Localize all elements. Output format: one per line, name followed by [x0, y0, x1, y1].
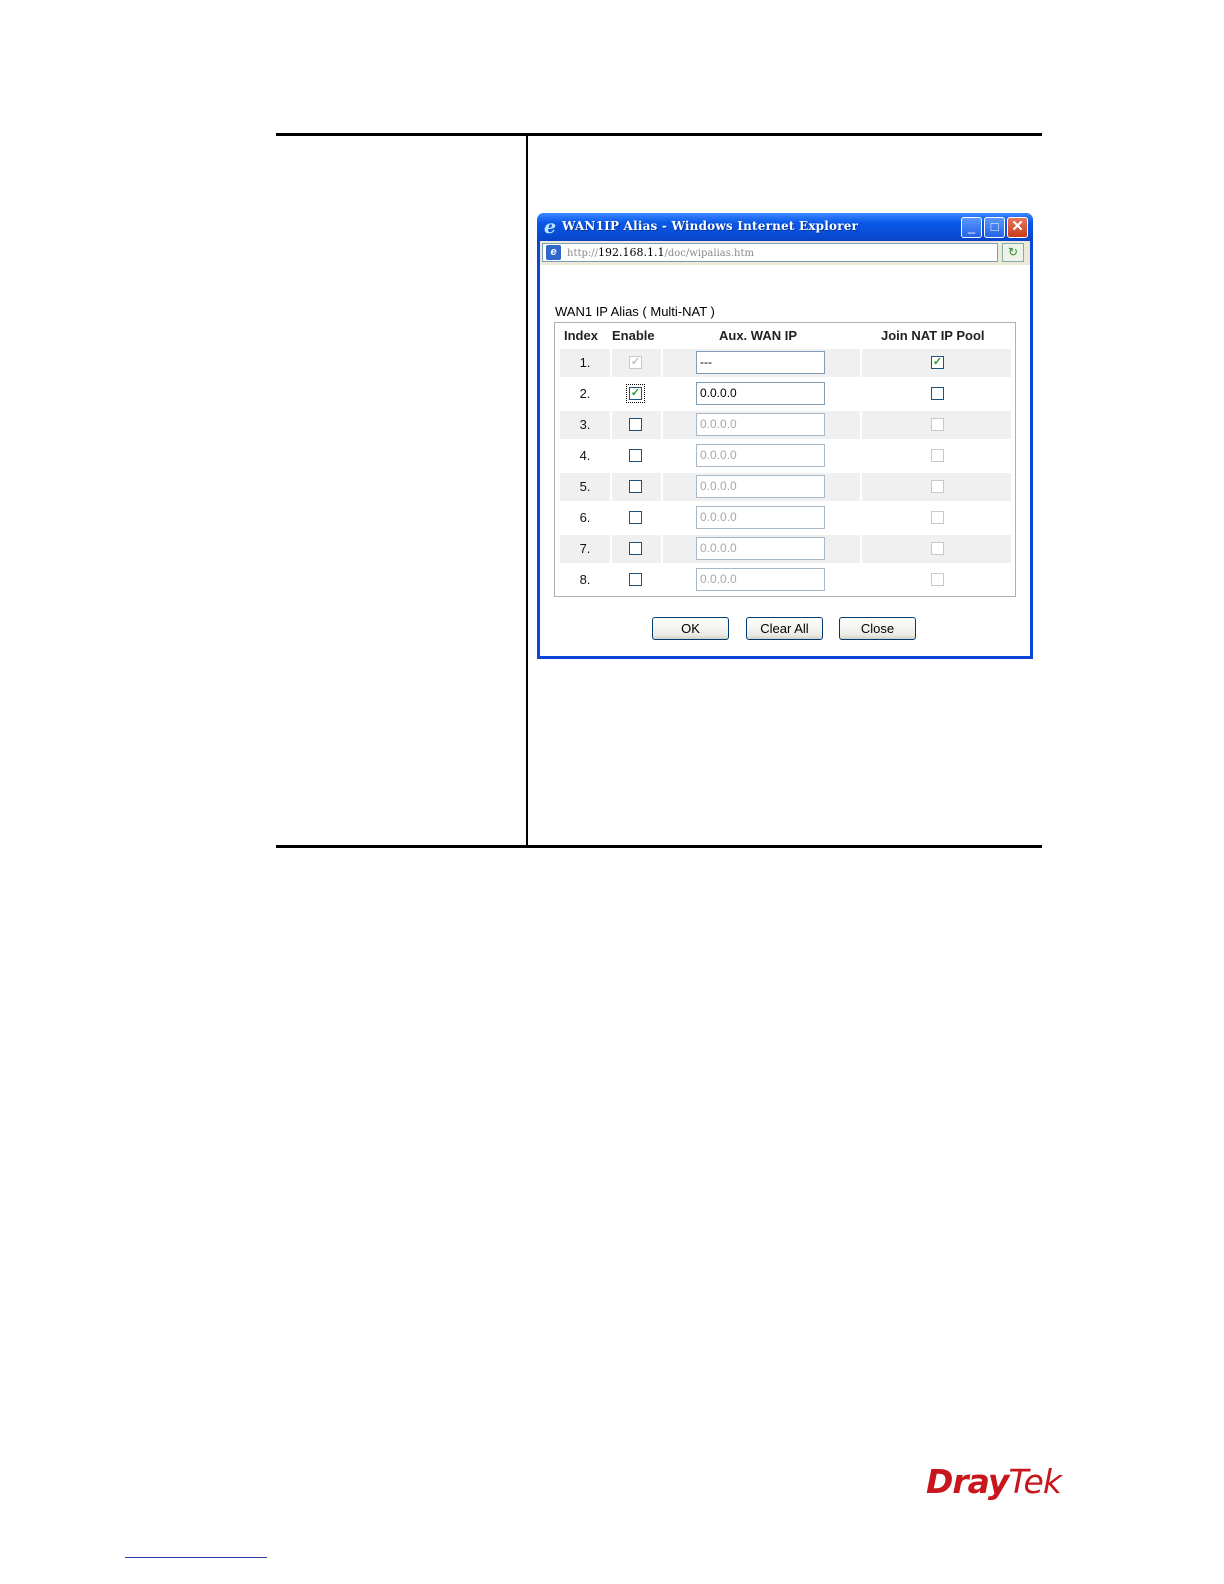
clear-all-button[interactable]: Clear All: [746, 617, 823, 640]
join-nat-checkbox[interactable]: ✓: [931, 356, 944, 369]
logo-dray: Dray: [926, 1462, 1009, 1501]
footer-link-underline[interactable]: [125, 1557, 267, 1558]
enable-checkbox[interactable]: [629, 449, 642, 462]
address-bar: e http://192.168.1.1/doc/wipalias.htm ↻: [540, 241, 1030, 265]
table-row: 8. 0.0.0.0: [560, 566, 1011, 594]
enable-checkbox[interactable]: ✓: [626, 384, 645, 403]
url-path: /doc/wipalias.htm: [664, 248, 754, 259]
join-nat-checkbox: [931, 542, 944, 555]
row-index: 4.: [579, 448, 591, 463]
top-rule: [276, 133, 1042, 136]
enable-checkbox[interactable]: [629, 480, 642, 493]
header-aux-wan-ip: Aux. WAN IP: [719, 328, 798, 343]
enable-checkbox: ✓: [629, 356, 642, 369]
drytek-logo: DrayTek: [926, 1462, 1062, 1501]
aux-wan-ip-input[interactable]: 0.0.0.0: [696, 537, 825, 560]
header-join-nat-pool: Join NAT IP Pool: [881, 328, 985, 343]
row-index: 8.: [579, 572, 591, 587]
join-nat-checkbox: [931, 573, 944, 586]
join-nat-checkbox: [931, 418, 944, 431]
page-icon: e: [546, 245, 561, 260]
join-nat-checkbox: [931, 449, 944, 462]
aux-wan-ip-input[interactable]: 0.0.0.0: [696, 475, 825, 498]
bottom-rule: [276, 845, 1042, 848]
dialog-title: WAN1 IP Alias ( Multi-NAT ): [555, 304, 715, 319]
close-button[interactable]: Close: [839, 617, 916, 640]
logo-tek: Tek: [1008, 1462, 1061, 1501]
join-nat-checkbox: [931, 480, 944, 493]
row-index: 1.: [579, 355, 591, 370]
row-index: 7.: [579, 541, 591, 556]
join-nat-checkbox[interactable]: [931, 387, 944, 400]
aux-wan-ip-input[interactable]: 0.0.0.0: [696, 506, 825, 529]
table-row: 6. 0.0.0.0: [560, 504, 1011, 532]
table-row: 4. 0.0.0.0: [560, 442, 1011, 470]
aux-wan-ip-input[interactable]: ---: [696, 351, 825, 374]
row-index: 5.: [579, 479, 591, 494]
aux-wan-ip-input[interactable]: 0.0.0.0: [696, 413, 825, 436]
refresh-icon[interactable]: ↻: [1002, 243, 1024, 262]
table-row: 5. 0.0.0.0: [560, 473, 1011, 501]
row-index: 3.: [579, 417, 591, 432]
alias-table: Index Enable Aux. WAN IP Join NAT IP Poo…: [554, 322, 1016, 597]
address-field[interactable]: e http://192.168.1.1/doc/wipalias.htm: [542, 243, 998, 262]
enable-checkbox[interactable]: [629, 511, 642, 524]
aux-wan-ip-input[interactable]: 0.0.0.0: [696, 568, 825, 591]
row-index: 6.: [579, 510, 591, 525]
ok-button[interactable]: OK: [652, 617, 729, 640]
window-titlebar[interactable]: e WAN1IP Alias - Windows Internet Explor…: [537, 213, 1033, 241]
aux-wan-ip-input[interactable]: 0.0.0.0: [696, 382, 825, 405]
table-row: 2. ✓ 0.0.0.0: [560, 380, 1011, 408]
table-row: 3. 0.0.0.0: [560, 411, 1011, 439]
window-close-button[interactable]: ✕: [1007, 217, 1028, 238]
ie-popup-window: e WAN1IP Alias - Windows Internet Explor…: [537, 213, 1033, 659]
window-title: WAN1IP Alias - Windows Internet Explorer: [562, 219, 859, 233]
maximize-button[interactable]: □: [984, 217, 1005, 238]
enable-checkbox[interactable]: [629, 542, 642, 555]
table-row: 7. 0.0.0.0: [560, 535, 1011, 563]
row-index: 2.: [579, 386, 591, 401]
page-content: WAN1 IP Alias ( Multi-NAT ) Index Enable…: [540, 265, 1030, 656]
table-row: 1. ✓ --- ✓: [560, 349, 1011, 377]
ie-logo-icon: e: [543, 216, 557, 238]
column-divider: [526, 135, 528, 846]
url-host: 192.168.1.1: [598, 246, 665, 259]
header-index: Index: [564, 328, 598, 343]
header-enable: Enable: [612, 328, 655, 343]
join-nat-checkbox: [931, 511, 944, 524]
enable-checkbox[interactable]: [629, 573, 642, 586]
enable-checkbox[interactable]: [629, 418, 642, 431]
url-prefix: http://: [567, 248, 598, 259]
aux-wan-ip-input[interactable]: 0.0.0.0: [696, 444, 825, 467]
minimize-button[interactable]: _: [961, 217, 982, 238]
